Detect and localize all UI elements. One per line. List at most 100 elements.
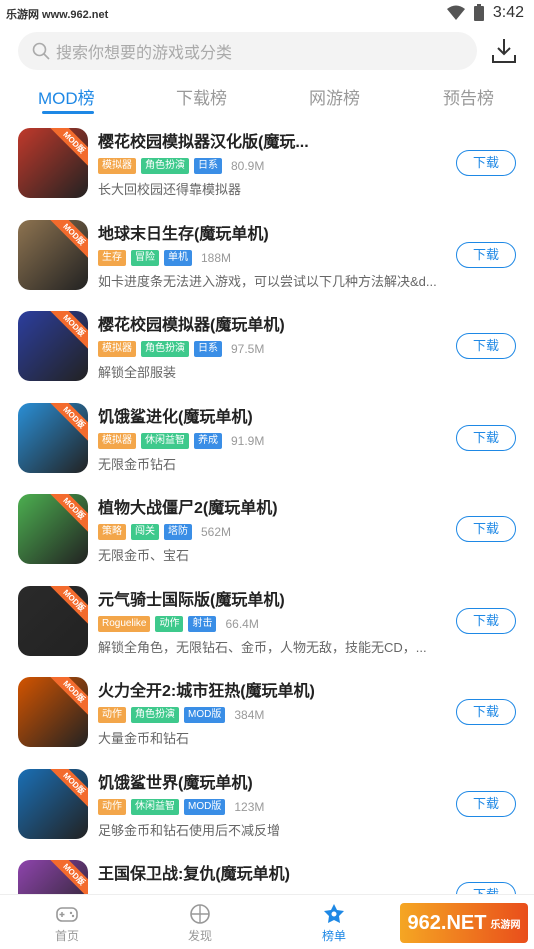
game-title[interactable]: 火力全开2:城市狂热(魔玩单机): [98, 677, 315, 701]
rank-tabs: MOD榜 下载榜 网游榜 预告榜: [0, 80, 534, 116]
search-placeholder: 搜索你想要的游戏或分类: [56, 45, 233, 62]
game-icon[interactable]: MOD版: [18, 677, 88, 747]
list-item[interactable]: MOD版 饥饿鲨世界(魔玩单机) 动作 休闲益智 MOD版 123M 足够金币和钻石使…: [0, 765, 534, 857]
game-icon[interactable]: MOD版: [18, 219, 88, 290]
download-button[interactable]: 下载: [456, 699, 516, 725]
game-tags: 策略 闯关 塔防 562M: [98, 524, 231, 540]
mod-ribbon: MOD版: [48, 768, 88, 809]
site-watermark: 乐游网 www.962.net: [6, 9, 109, 21]
download-button[interactable]: 下载: [456, 333, 516, 359]
tag-badge: 射击: [188, 615, 217, 632]
mod-ribbon: MOD版: [48, 128, 88, 169]
game-tags: 生存 冒险 单机 188M: [98, 249, 232, 266]
mod-ribbon: MOD版: [48, 860, 88, 894]
file-size: 384M: [234, 708, 265, 722]
download-button[interactable]: 下载: [456, 424, 516, 451]
list-item[interactable]: MOD版 饥饿鲨进化(魔玩单机) 模拟器 休闲益智 养成 91.9M 无限金币钻石 下…: [0, 399, 534, 491]
game-icon[interactable]: MOD版: [18, 128, 88, 198]
game-desc: 解锁全部服装: [98, 365, 177, 380]
game-title[interactable]: 地球末日生存(魔玩单机): [98, 220, 269, 244]
tag-badge: 生存: [98, 249, 126, 266]
game-desc: 解锁全角色，无限钻石、金币，人物无敌，技能无CD，...: [98, 639, 427, 655]
mod-ribbon: MOD版: [48, 402, 88, 443]
list-item[interactable]: MOD版 植物大战僵尸2(魔玩单机) 策略 闯关 塔防 562M 无限金币、宝石 下载: [0, 490, 534, 582]
download-button[interactable]: 下载: [456, 516, 516, 542]
game-title[interactable]: 王国保卫战:复仇(魔玩单机): [98, 860, 290, 884]
tag-badge: 模拟器: [98, 341, 136, 357]
game-icon[interactable]: MOD版: [18, 494, 88, 564]
tag-badge: 动作: [155, 615, 184, 632]
file-size: 188M: [201, 250, 232, 265]
file-size: 97.5M: [231, 342, 265, 356]
game-desc: 无限金币、宝石: [98, 548, 190, 563]
active-tab-indicator: [42, 111, 94, 114]
tag-badge: 休闲益智: [141, 432, 189, 449]
list-item[interactable]: MOD版 樱花校园模拟器汉化版(魔玩... 模拟器 角色扮演 日系 80.9M 长大回…: [0, 124, 534, 216]
download-button[interactable]: 下载: [456, 150, 516, 176]
file-size: 66.4M: [225, 616, 259, 631]
file-size: 562M: [201, 525, 232, 539]
game-icon[interactable]: MOD版: [18, 311, 88, 381]
tab-download[interactable]: 下载榜: [176, 84, 227, 109]
tag-badge: 塔防: [164, 524, 192, 540]
tag-badge: 闯关: [131, 524, 159, 540]
game-tags: 模拟器 角色扮演 日系 97.5M: [98, 341, 264, 357]
tag-badge: 冒险: [131, 249, 159, 266]
download-button[interactable]: 下载: [456, 790, 516, 817]
tag-badge: MOD版: [184, 798, 226, 815]
tag-badge: 角色扮演: [131, 707, 179, 723]
bottom-nav: 首页 发现 榜单 962.NET 乐游网: [0, 894, 534, 949]
list-item[interactable]: MOD版 地球末日生存(魔玩单机) 生存 冒险 单机 188M 如卡进度条无法进入游戏…: [0, 216, 534, 308]
tag-badge: 日系: [194, 158, 222, 174]
status-bar: 乐游网 www.962.net 3:42: [0, 0, 534, 28]
tag-badge: 角色扮演: [141, 158, 189, 174]
download-button[interactable]: 下载: [456, 607, 516, 634]
mod-ribbon: MOD版: [48, 219, 88, 260]
tag-badge: 休闲益智: [131, 798, 179, 815]
download-manager-icon[interactable]: [490, 36, 518, 66]
game-title[interactable]: 饥饿鲨进化(魔玩单机): [98, 403, 253, 427]
game-icon[interactable]: MOD版: [18, 768, 88, 839]
game-title[interactable]: 樱花校园模拟器(魔玩单机): [98, 311, 285, 335]
tag-badge: 单机: [164, 249, 192, 266]
site-logo-watermark: 962.NET 乐游网: [400, 903, 528, 943]
tab-preview[interactable]: 预告榜: [443, 84, 494, 109]
tag-badge: 模拟器: [98, 432, 136, 449]
game-tags: 模拟器 休闲益智 养成 91.9M: [98, 432, 264, 449]
game-desc: 大量金币和钻石: [98, 731, 190, 746]
game-desc: 足够金币和钻石使用后不减反增: [98, 822, 281, 838]
mod-ribbon: MOD版: [48, 585, 88, 626]
list-item[interactable]: MOD版 王国保卫战:复仇(魔玩单机) 下载: [0, 856, 534, 894]
game-icon[interactable]: MOD版: [18, 585, 88, 656]
tag-badge: 动作: [98, 798, 126, 815]
game-list: MOD版 樱花校园模拟器汉化版(魔玩... 模拟器 角色扮演 日系 80.9M 长大回…: [0, 124, 534, 894]
download-button[interactable]: 下载: [456, 241, 516, 268]
nav-home[interactable]: 首页: [37, 903, 97, 944]
search-row: 搜索你想要的游戏或分类: [0, 32, 534, 72]
battery-icon: [473, 4, 484, 21]
game-title[interactable]: 植物大战僵尸2(魔玩单机): [98, 494, 278, 518]
tag-badge: 养成: [194, 432, 222, 449]
tab-online[interactable]: 网游榜: [309, 84, 360, 109]
search-input[interactable]: 搜索你想要的游戏或分类: [18, 32, 477, 70]
list-item[interactable]: MOD版 樱花校园模拟器(魔玩单机) 模拟器 角色扮演 日系 97.5M 解锁全部服装…: [0, 307, 534, 399]
nav-rank[interactable]: 榜单: [304, 903, 364, 944]
list-item[interactable]: MOD版 元气骑士国际版(魔玩单机) Roguelike 动作 射击 66.4M 解锁…: [0, 582, 534, 674]
list-item[interactable]: MOD版 火力全开2:城市狂热(魔玩单机) 动作 角色扮演 MOD版 384M 大量金…: [0, 673, 534, 765]
clock: 3:42: [492, 4, 524, 21]
game-title[interactable]: 樱花校园模拟器汉化版(魔玩...: [98, 128, 309, 152]
search-icon: [32, 42, 50, 60]
tab-mod[interactable]: MOD榜: [38, 84, 95, 109]
game-title[interactable]: 饥饿鲨世界(魔玩单机): [98, 769, 253, 793]
tag-badge: 动作: [98, 707, 126, 723]
gamepad-icon: [56, 907, 78, 922]
rank-icon: [324, 904, 344, 923]
game-tags: 动作 休闲益智 MOD版 123M: [98, 798, 264, 815]
download-button[interactable]: 下载: [456, 882, 516, 894]
tag-badge: MOD版: [184, 707, 226, 723]
nav-discover[interactable]: 发现: [170, 903, 230, 944]
game-icon[interactable]: MOD版: [18, 402, 88, 473]
game-title[interactable]: 元气骑士国际版(魔玩单机): [98, 586, 285, 610]
discover-icon: [190, 904, 210, 924]
game-icon[interactable]: MOD版: [18, 860, 88, 894]
